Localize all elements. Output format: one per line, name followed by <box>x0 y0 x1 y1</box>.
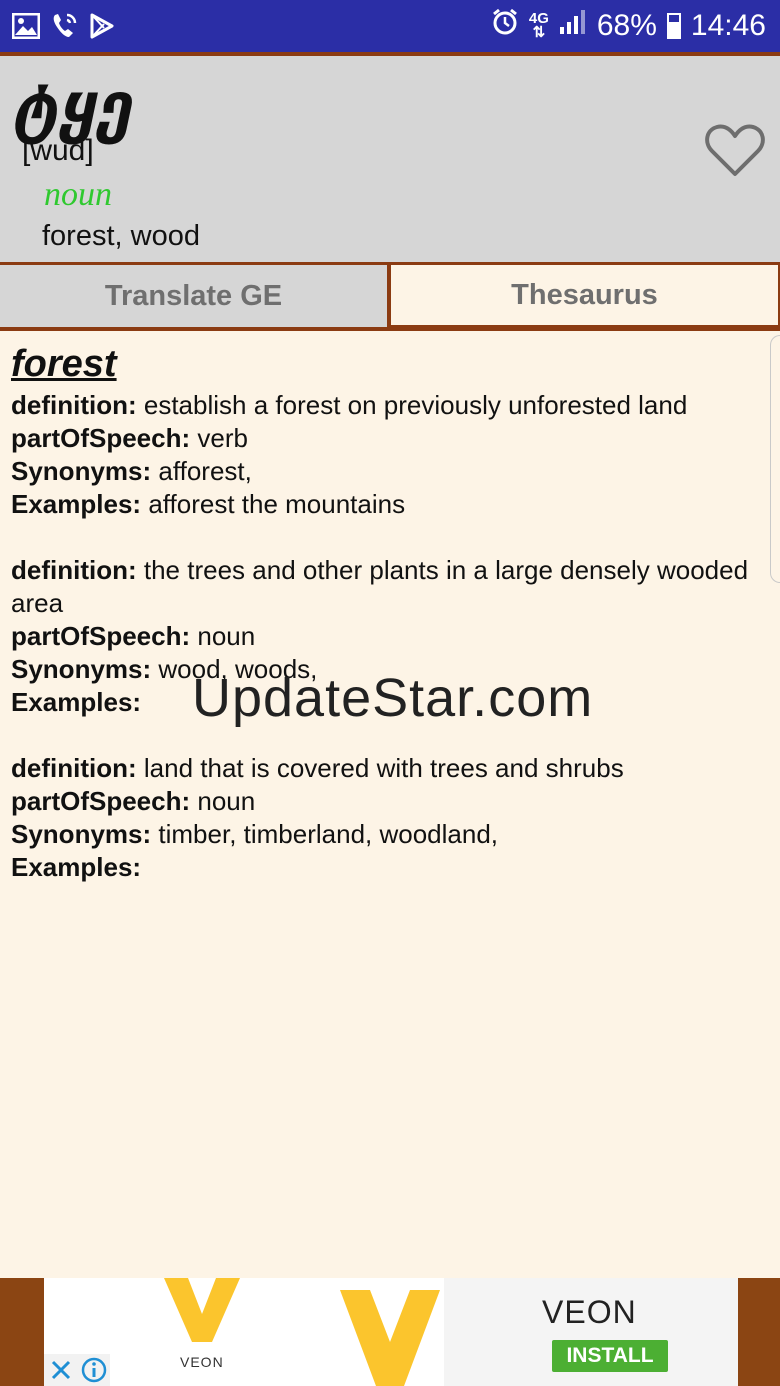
wifi-call-icon <box>48 10 80 42</box>
thesaurus-panel: forest definition: establish a forest on… <box>0 331 780 1278</box>
tab-bar: Translate GE Thesaurus <box>0 265 780 331</box>
thesaurus-headword: forest <box>11 343 117 385</box>
entry-pos: noun <box>197 786 256 816</box>
definition: establish a forest on previously unfores… <box>143 390 688 420</box>
ad-content[interactable]: VEON VEON INSTALL <box>44 1278 738 1386</box>
network-type: 4G ⇅ <box>528 10 549 41</box>
scrollbar[interactable] <box>770 335 780 583</box>
battery-icon <box>666 13 681 39</box>
part-of-speech: noun <box>44 176 112 213</box>
pronunciation: [wud] <box>22 134 94 167</box>
alarm-icon <box>491 8 519 44</box>
clock: 14:46 <box>690 9 766 42</box>
entry: definition: land that is covered with tr… <box>11 753 624 882</box>
entry-list: definition: establish a forest on previo… <box>11 389 771 917</box>
word-header: ტყე [wud] noun forest, wood <box>0 56 780 262</box>
ad-brand: VEON <box>542 1294 637 1330</box>
entry: definition: establish a forest on previo… <box>11 390 688 519</box>
watermark: UpdateStar.com <box>192 668 594 728</box>
ad-controls <box>44 1354 110 1386</box>
install-button[interactable]: INSTALL <box>552 1340 668 1372</box>
entry-pos: verb <box>197 423 248 453</box>
signal-icon <box>559 9 587 43</box>
info-icon[interactable] <box>77 1354 110 1386</box>
synonyms: afforest, <box>158 456 252 486</box>
tab-translate[interactable]: Translate GE <box>0 265 389 327</box>
ad-banner[interactable]: VEON VEON INSTALL <box>0 1278 780 1386</box>
tab-thesaurus[interactable]: Thesaurus <box>389 265 780 327</box>
examples: afforest the mountains <box>148 489 406 519</box>
close-icon[interactable] <box>44 1354 77 1386</box>
veon-logo-large-icon <box>340 1290 440 1386</box>
favorite-heart-icon[interactable] <box>704 122 766 178</box>
play-store-icon <box>86 10 118 42</box>
veon-logo-icon <box>164 1278 240 1342</box>
battery-percent: 68% <box>596 9 657 42</box>
gallery-icon <box>10 10 42 42</box>
translation: forest, wood <box>42 220 200 252</box>
status-bar: 4G ⇅ 68% 14:46 <box>0 0 780 52</box>
synonyms: timber, timberland, woodland, <box>158 819 499 849</box>
entry-pos: noun <box>197 621 256 651</box>
definition: land that is covered with trees and shru… <box>143 753 624 783</box>
ad-brand-small: VEON <box>180 1354 224 1370</box>
